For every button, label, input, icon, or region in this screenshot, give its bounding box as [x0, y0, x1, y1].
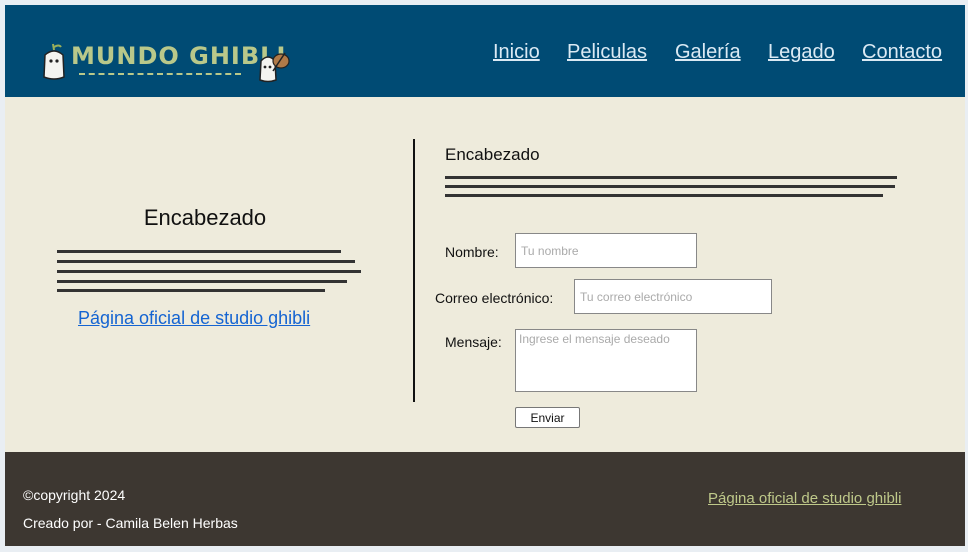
form-heading: Encabezado: [445, 145, 540, 164]
nav-contacto[interactable]: Contacto: [862, 41, 942, 64]
studio-ghibli-link[interactable]: Página oficial de studio ghibli: [78, 308, 310, 329]
site-header: MUNDO GHIBLI Inicio Peliculas Galería Le…: [5, 5, 965, 97]
message-label: Mensaje:: [445, 334, 502, 350]
nav-inicio[interactable]: Inicio: [493, 41, 540, 64]
nav-peliculas[interactable]: Peliculas: [567, 41, 647, 64]
logo-underline: [79, 73, 241, 75]
name-label: Nombre:: [445, 244, 499, 260]
credit-text: Creado por - Camila Belen Herbas: [23, 515, 238, 531]
main-content: Encabezado Página oficial de studio ghib…: [5, 97, 965, 452]
page: MUNDO GHIBLI Inicio Peliculas Galería Le…: [5, 5, 965, 546]
site-logo[interactable]: MUNDO GHIBLI: [41, 39, 297, 89]
bindle-spirit-icon: [259, 52, 290, 83]
left-heading: Encabezado: [143, 205, 267, 230]
copyright-text: ©copyright 2024: [23, 487, 126, 503]
kodama-spirit-icon: [43, 43, 65, 80]
submit-button[interactable]: Enviar: [515, 407, 580, 428]
nav-legado[interactable]: Legado: [768, 41, 835, 64]
email-input[interactable]: [574, 279, 772, 314]
footer-studio-ghibli-link[interactable]: Página oficial de studio ghibli: [708, 490, 901, 507]
site-footer: ©copyright 2024 Creado por - Camila Bele…: [5, 452, 965, 546]
nav-galeria[interactable]: Galería: [675, 41, 741, 64]
column-divider: [413, 139, 415, 402]
message-textarea[interactable]: [515, 329, 697, 392]
email-label: Correo electrónico:: [435, 290, 554, 306]
name-input[interactable]: [515, 233, 697, 268]
